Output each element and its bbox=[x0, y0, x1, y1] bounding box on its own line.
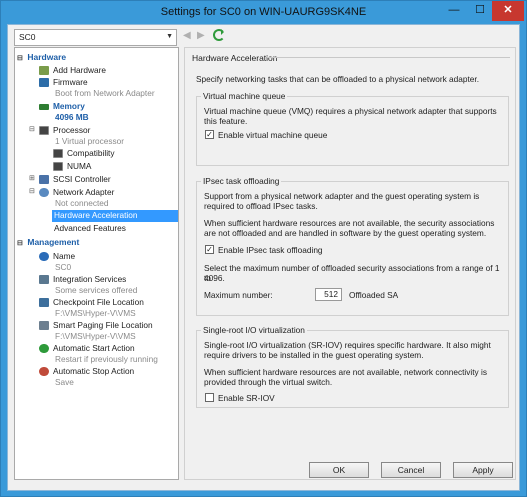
sriov-text: require drivers to be installed in the g… bbox=[204, 350, 424, 360]
vmq-legend: Virtual machine queue bbox=[201, 91, 288, 101]
collapse-icon[interactable]: ⊟ bbox=[17, 239, 25, 247]
vmq-group: Virtual machine queue Virtual machine qu… bbox=[196, 91, 509, 166]
enable-ipsec-checkbox[interactable]: ✓ bbox=[205, 245, 214, 254]
enable-vmq-label[interactable]: Enable virtual machine queue bbox=[218, 130, 327, 140]
vmq-text: this feature. bbox=[204, 116, 248, 126]
title-bar[interactable]: Settings for SC0 on WIN-UAURG9SK4NE — ☐ … bbox=[1, 1, 526, 24]
ipsec-legend: IPsec task offloading bbox=[201, 176, 282, 186]
checkpoint-detail: F:\VMS\Hyper-V\VMS bbox=[55, 308, 136, 318]
add-hardware-icon bbox=[39, 66, 49, 75]
enable-sriov-checkbox[interactable] bbox=[205, 393, 214, 402]
collapse-icon[interactable]: ⊟ bbox=[29, 187, 35, 195]
vmq-text: Virtual machine queue (VMQ) requires a p… bbox=[204, 106, 497, 116]
expand-icon[interactable]: ⊞ bbox=[29, 174, 35, 182]
section-management-label: Management bbox=[27, 237, 80, 247]
tree-item-label: Network Adapter bbox=[53, 187, 115, 197]
section-hardware-label: Hardware bbox=[27, 52, 67, 62]
enable-sriov-label[interactable]: Enable SR-IOV bbox=[218, 393, 275, 403]
maximum-number-input[interactable]: 512 bbox=[315, 288, 342, 301]
ipsec-text: are not offloaded and are handled in sof… bbox=[204, 228, 487, 238]
name-detail: SC0 bbox=[55, 262, 72, 272]
refresh-icon[interactable] bbox=[213, 29, 225, 41]
processor-icon bbox=[39, 126, 49, 135]
close-button[interactable]: ✕ bbox=[492, 1, 524, 21]
automatic-start-icon bbox=[39, 344, 49, 353]
tree-item-label: Add Hardware bbox=[53, 65, 107, 75]
automatic-stop-icon bbox=[39, 367, 49, 376]
cancel-button[interactable]: Cancel bbox=[381, 462, 441, 478]
maximize-button[interactable]: ☐ bbox=[467, 1, 493, 21]
tree-item-hardware-acceleration[interactable]: Hardware Acceleration bbox=[52, 210, 178, 222]
tree-item-label: Memory bbox=[53, 101, 85, 111]
automatic-start-detail: Restart if previously running bbox=[55, 354, 158, 364]
ipsec-text: When sufficient hardware resources are n… bbox=[204, 218, 495, 228]
settings-window: Settings for SC0 on WIN-UAURG9SK4NE — ☐ … bbox=[0, 0, 527, 497]
back-arrow-icon[interactable]: ◀ bbox=[183, 30, 191, 41]
ok-button[interactable]: OK bbox=[309, 462, 369, 478]
settings-tree[interactable]: ⊟ Hardware Add Hardware Firmware Boot fr… bbox=[14, 47, 179, 480]
tree-item-numa[interactable]: NUMA bbox=[53, 161, 92, 173]
automatic-stop-detail: Save bbox=[55, 377, 74, 387]
sriov-group: Single-root I/O virtualization Single-ro… bbox=[196, 325, 509, 408]
tree-item-label: Checkpoint File Location bbox=[53, 297, 144, 307]
tree-item-label: Automatic Stop Action bbox=[53, 366, 135, 376]
memory-icon bbox=[39, 104, 49, 110]
minimize-button[interactable]: — bbox=[441, 1, 467, 21]
tree-item-scsi-controller[interactable]: ⊞ SCSI Controller bbox=[29, 174, 111, 186]
collapse-icon[interactable]: ⊟ bbox=[17, 54, 25, 62]
memory-detail: 4096 MB bbox=[55, 112, 89, 122]
integration-services-icon bbox=[39, 275, 49, 284]
tree-item-label: NUMA bbox=[67, 161, 92, 171]
panel-title: Hardware Acceleration bbox=[192, 53, 278, 63]
network-adapter-detail: Not connected bbox=[55, 198, 109, 208]
vm-selector-dropdown[interactable]: SC0 ▼ bbox=[14, 29, 177, 46]
ipsec-text: required to offload IPsec tasks. bbox=[204, 201, 318, 211]
numa-icon bbox=[53, 162, 63, 171]
tree-item-label: Integration Services bbox=[53, 274, 127, 284]
panel-description: Specify networking tasks that can be off… bbox=[196, 74, 480, 84]
apply-button[interactable]: Apply bbox=[453, 462, 513, 478]
enable-vmq-checkbox[interactable]: ✓ bbox=[205, 130, 214, 139]
sriov-text: provided through the virtual switch. bbox=[204, 377, 333, 387]
tree-item-label: Name bbox=[53, 251, 76, 261]
tree-item-compatibility[interactable]: Compatibility bbox=[53, 148, 115, 160]
integration-services-detail: Some services offered bbox=[55, 285, 138, 295]
checkpoint-icon bbox=[39, 298, 49, 307]
tree-item-add-hardware[interactable]: Add Hardware bbox=[39, 65, 107, 77]
maximum-number-label: Maximum number: bbox=[204, 290, 273, 300]
section-hardware[interactable]: ⊟ Hardware bbox=[17, 52, 66, 64]
tree-item-label: Smart Paging File Location bbox=[53, 320, 153, 330]
compatibility-icon bbox=[53, 149, 63, 158]
smart-paging-icon bbox=[39, 321, 49, 330]
tree-item-label: Automatic Start Action bbox=[53, 343, 135, 353]
name-icon bbox=[39, 252, 49, 261]
tree-item-label: Processor bbox=[53, 125, 91, 135]
tree-item-label: Firmware bbox=[53, 77, 88, 87]
ipsec-text: Support from a physical network adapter … bbox=[204, 191, 480, 201]
sriov-text: When sufficient hardware resources are n… bbox=[204, 367, 488, 377]
chevron-down-icon: ▼ bbox=[166, 33, 173, 40]
offloaded-sa-unit: Offloaded SA bbox=[349, 290, 399, 300]
firmware-icon bbox=[39, 78, 49, 87]
ipsec-group: IPsec task offloading Support from a phy… bbox=[196, 176, 509, 316]
network-adapter-icon bbox=[39, 188, 49, 197]
ipsec-range-text: 4096. bbox=[204, 273, 225, 283]
scsi-controller-icon bbox=[39, 175, 49, 184]
tree-item-label: Compatibility bbox=[67, 148, 115, 158]
collapse-icon[interactable]: ⊟ bbox=[29, 125, 35, 133]
tree-item-label: SCSI Controller bbox=[53, 174, 111, 184]
settings-panel: Hardware Acceleration Specify networking… bbox=[184, 47, 516, 480]
section-management[interactable]: ⊟ Management bbox=[17, 237, 79, 249]
smart-paging-detail: F:\VMS\Hyper-V\VMS bbox=[55, 331, 136, 341]
firmware-detail: Boot from Network Adapter bbox=[55, 88, 155, 98]
enable-ipsec-label[interactable]: Enable IPsec task offloading bbox=[218, 245, 323, 255]
processor-detail: 1 Virtual processor bbox=[55, 136, 125, 146]
sriov-legend: Single-root I/O virtualization bbox=[201, 325, 307, 335]
tree-item-advanced-features[interactable]: Advanced Features bbox=[54, 223, 126, 235]
dialog-client: SC0 ▼ ◀ ▶ ⊟ Hardware Add Hardware Firmwa… bbox=[7, 24, 520, 491]
title-divider bbox=[267, 57, 510, 58]
sriov-text: Single-root I/O virtualization (SR-IOV) … bbox=[204, 340, 491, 350]
forward-arrow-icon[interactable]: ▶ bbox=[197, 30, 205, 41]
vm-selector-value: SC0 bbox=[19, 32, 36, 42]
